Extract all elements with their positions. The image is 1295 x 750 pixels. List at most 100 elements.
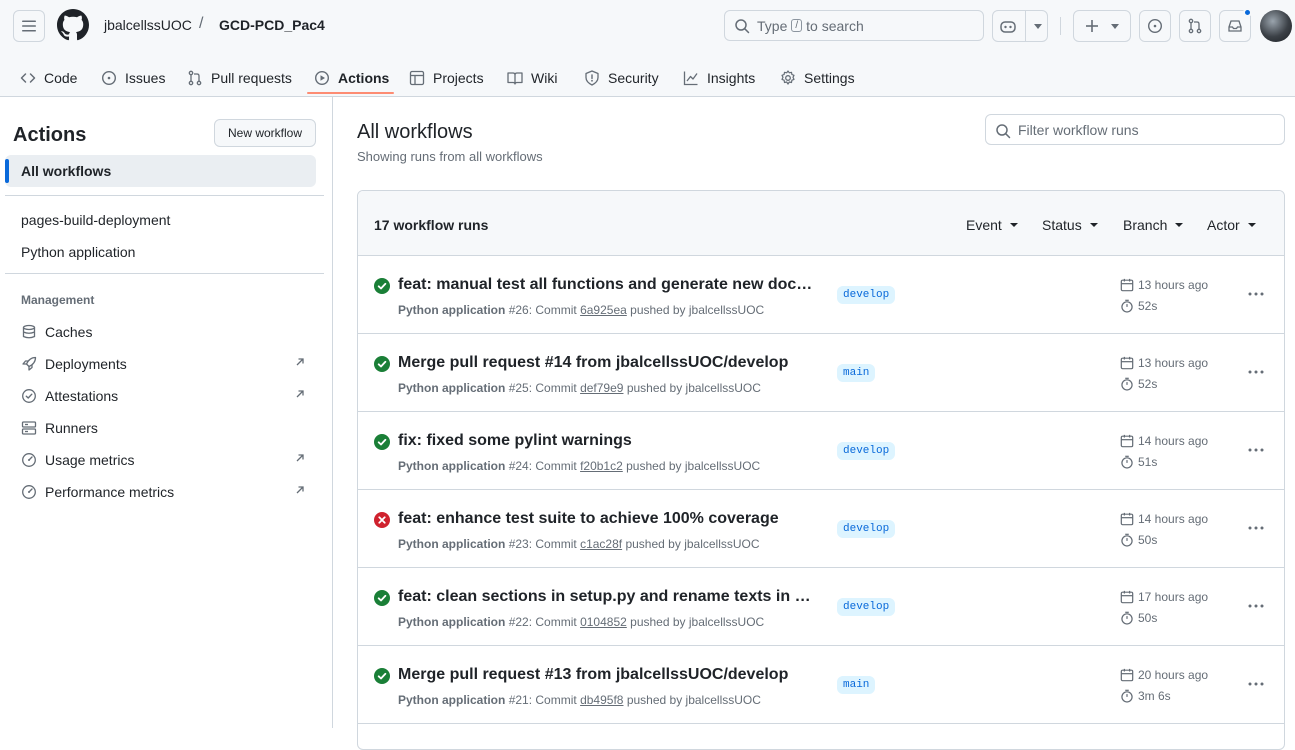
chevron-down-icon [1175,223,1184,227]
tab-actions-label: Actions [338,69,390,86]
commit-link[interactable]: c1ac28f [580,537,622,551]
commit-label: Commit [535,381,577,395]
run-more-options-button[interactable] [1240,520,1272,536]
tab-insights[interactable]: Insights [683,58,755,97]
create-new-button[interactable] [1073,10,1131,42]
run-author[interactable]: jbalcellssUOC [686,693,761,707]
sidebar-item-usage-metrics[interactable]: Usage metrics [21,448,311,472]
book-icon [507,71,523,85]
new-workflow-button[interactable]: New workflow [214,119,316,147]
chevron-down-icon [1033,23,1042,29]
run-duration-label: 51s [1138,455,1158,469]
breadcrumb-repo[interactable]: GCD-PCD_Pac4 [219,17,325,33]
external-link-icon [296,390,304,398]
shield-icon [585,69,599,86]
tab-issues[interactable]: Issues [101,58,165,97]
tab-code[interactable]: Code [20,58,77,97]
tab-pull-requests[interactable]: Pull requests [187,58,292,97]
run-more-options-button[interactable] [1240,286,1272,302]
kebab-horizontal-icon [1248,370,1264,374]
branch-badge[interactable]: develop [837,286,896,304]
branch-badge[interactable]: main [837,364,876,382]
run-author[interactable]: jbalcellssUOC [684,537,759,551]
workflow-run-row[interactable]: feat: enhance test suite to achieve 100%… [358,490,1284,568]
workflow-run-row[interactable]: Merge pull request #13 from jbalcellssUO… [358,646,1284,724]
run-title[interactable]: feat: clean sections in setup.py and ren… [398,588,818,606]
pull-requests-button[interactable] [1179,10,1211,42]
branch-badge[interactable]: develop [837,598,896,616]
commit-link[interactable]: 0104852 [580,615,627,629]
commit-link[interactable]: f20b1c2 [580,459,623,473]
sidebar-item-label: Attestations [45,388,119,404]
sidebar-item-runners[interactable]: Runners [21,416,311,440]
run-number: #23 [508,537,529,551]
sidebar: Actions New workflow All workflows pages… [0,97,333,728]
branch-filter-dropdown[interactable]: Branch [1123,217,1184,233]
filter-workflow-runs-input[interactable]: Filter workflow runs [985,114,1285,145]
run-more-options-button[interactable] [1240,364,1272,380]
run-workflow: Python application [398,615,506,629]
sidebar-item-python-application[interactable]: Python application [21,244,135,260]
workflow-run-row[interactable]: fix: fixed some pylint warnings Python a… [358,412,1284,490]
sidebar-item-caches[interactable]: Caches [21,320,311,344]
run-number: #24 [508,459,529,473]
event-filter-label: Event [966,217,1002,233]
run-title[interactable]: Merge pull request #14 from jbalcellssUO… [398,354,788,372]
menu-button[interactable] [13,10,45,42]
breadcrumb-owner[interactable]: jbalcellssUOC [104,17,192,33]
tab-security[interactable]: Security [584,58,659,97]
branch-badge[interactable]: develop [837,520,896,538]
chevron-down-icon [1009,223,1018,227]
sidebar-item-pages-build-deployment[interactable]: pages-build-deployment [21,212,170,228]
run-more-options-button[interactable] [1240,598,1272,614]
tab-projects[interactable]: Projects [409,58,484,97]
branch-badge[interactable]: develop [837,442,896,460]
run-author[interactable]: jbalcellssUOC [689,615,764,629]
external-link-icon [296,486,304,494]
check-circle-fill-icon [374,356,390,372]
pull-request-icon [1188,18,1202,34]
global-search[interactable]: Type / to search [724,10,984,41]
issues-button[interactable] [1139,10,1171,42]
sidebar-item-performance-metrics[interactable]: Performance metrics [21,480,311,504]
run-title[interactable]: feat: enhance test suite to achieve 100%… [398,510,779,528]
search-prefix: Type [757,17,788,34]
workflow-run-row[interactable]: feat: manual test all functions and gene… [358,256,1284,334]
commit-link[interactable]: 6a925ea [580,303,627,317]
run-author[interactable]: jbalcellssUOC [689,303,764,317]
sidebar-item-deployments[interactable]: Deployments [21,352,311,376]
sidebar-item-label: Usage metrics [45,452,135,468]
workflow-run-row[interactable]: Merge pull request #14 from jbalcellssUO… [358,334,1284,412]
copilot-button[interactable] [992,10,1048,42]
run-title[interactable]: Merge pull request #13 from jbalcellssUO… [398,666,788,684]
pushed-by-label: pushed by [625,537,681,551]
search-suffix: to search [806,17,864,34]
run-author[interactable]: jbalcellssUOC [686,381,761,395]
run-more-options-button[interactable] [1240,676,1272,692]
tab-code-label: Code [44,69,78,86]
sidebar-title: Actions [13,124,87,146]
commit-link[interactable]: def79e9 [580,381,623,395]
avatar[interactable] [1260,10,1292,42]
calendar-icon [1120,512,1134,526]
tab-wiki[interactable]: Wiki [507,58,557,97]
tab-settings[interactable]: Settings [780,58,855,97]
run-title[interactable]: fix: fixed some pylint warnings [398,432,632,450]
workflow-run-row[interactable]: feat: clean sections in setup.py and ren… [358,568,1284,646]
branch-badge[interactable]: main [837,676,876,694]
pushed-by-label: pushed by [626,459,682,473]
run-workflow: Python application [398,459,506,473]
inbox-icon [1228,20,1242,32]
search-icon [735,19,750,34]
sidebar-item-attestations[interactable]: Attestations [21,384,311,408]
sidebar-divider [5,195,324,196]
commit-link[interactable]: db495f8 [580,693,623,707]
status-filter-dropdown[interactable]: Status [1042,217,1098,233]
github-logo-icon[interactable] [57,9,89,41]
sidebar-item-all-workflows[interactable]: All workflows [5,155,316,187]
run-author[interactable]: jbalcellssUOC [685,459,760,473]
run-more-options-button[interactable] [1240,442,1272,458]
event-filter-dropdown[interactable]: Event [966,217,1018,233]
actor-filter-dropdown[interactable]: Actor [1207,217,1256,233]
run-title[interactable]: feat: manual test all functions and gene… [398,276,818,294]
